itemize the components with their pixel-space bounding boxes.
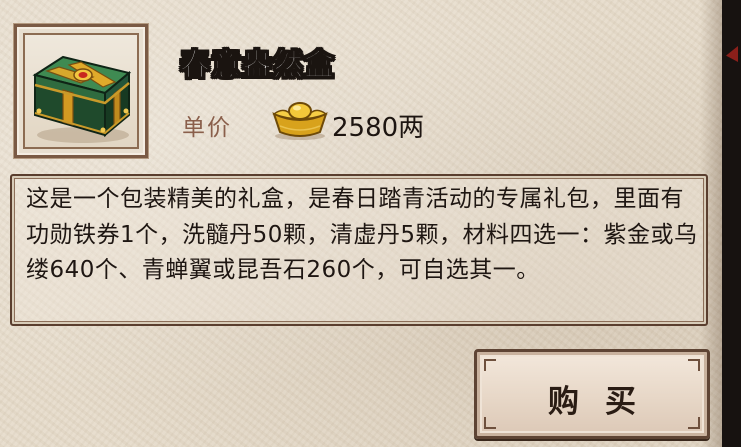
item-name: 春意盎然盒 xyxy=(180,48,335,84)
description-box: 这是一个包装精美的礼盒，是春日踏青活动的专属礼包，里面有功勋铁券1个，洗髓丹50… xyxy=(10,174,708,326)
item-description: 这是一个包装精美的礼盒，是春日踏青活动的专属礼包，里面有功勋铁券1个，洗髓丹50… xyxy=(26,186,698,283)
button-corner-ornament xyxy=(484,359,496,371)
buy-button[interactable]: 购买 xyxy=(474,349,710,439)
unit-price-value: 2580两 xyxy=(332,113,425,143)
decorative-red-accent xyxy=(726,46,738,62)
background-strip xyxy=(722,0,741,447)
buy-button-label: 购买 xyxy=(548,384,662,420)
gold-ingot-icon xyxy=(272,102,328,140)
unit-price-label: 单价 xyxy=(182,115,232,141)
green-gift-box-icon xyxy=(32,55,132,143)
button-corner-ornament xyxy=(688,359,700,371)
item-icon-frame xyxy=(14,24,148,158)
